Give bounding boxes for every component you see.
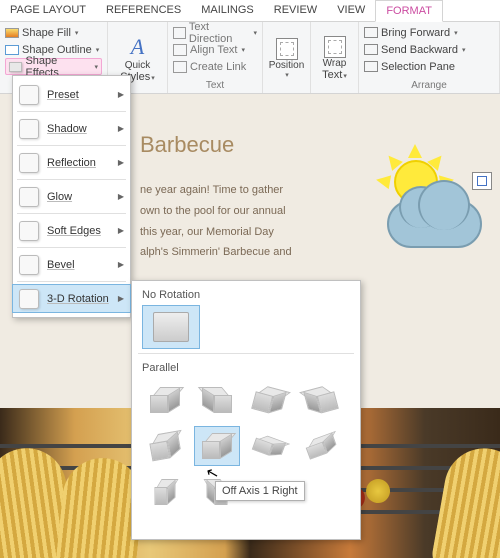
shape-fill-button[interactable]: Shape Fill▾ (5, 24, 102, 41)
effects-soft-edges[interactable]: Soft Edges▶ (13, 216, 130, 245)
fill-icon (5, 28, 19, 38)
submenu-header-parallel: Parallel (138, 360, 354, 378)
text-direction-button[interactable]: Text Direction▾ (173, 24, 257, 41)
tab-review[interactable]: REVIEW (264, 0, 327, 21)
send-backward-button[interactable]: Send Backward▾ (364, 41, 494, 58)
position-button[interactable]: Position ▾ (263, 22, 311, 93)
rotation-preset[interactable] (142, 380, 188, 420)
selection-pane-button[interactable]: Selection Pane (364, 58, 494, 75)
wrap-text-icon (324, 36, 346, 58)
text-direction-icon (173, 27, 186, 39)
tab-mailings[interactable]: MAILINGS (191, 0, 264, 21)
chevron-down-icon: ▾ (96, 46, 100, 54)
effects-bevel[interactable]: Bevel▶ (13, 250, 130, 279)
wordart-a-icon: A (120, 34, 154, 60)
preset-icon (19, 85, 39, 105)
rotation-3d-submenu: No Rotation Parallel (131, 280, 361, 540)
tab-format[interactable]: FORMAT (375, 0, 443, 22)
chevron-down-icon: ▾ (94, 63, 98, 71)
send-backward-icon (364, 44, 378, 55)
effects-glow[interactable]: Glow▶ (13, 182, 130, 211)
rotation-3d-icon (19, 289, 39, 309)
outline-icon (5, 45, 19, 55)
shadow-icon (19, 119, 39, 139)
rotation-preset[interactable] (246, 426, 292, 466)
preset-no-rotation[interactable] (142, 305, 200, 349)
link-icon (173, 61, 187, 73)
bring-forward-icon (364, 27, 378, 38)
rotation-preset[interactable] (298, 380, 344, 420)
effects-preset[interactable]: Preset▶ (13, 80, 130, 109)
tab-page-layout[interactable]: PAGE LAYOUT (0, 0, 96, 21)
tab-view[interactable]: VIEW (327, 0, 375, 21)
group-label-arrange: Arrange (364, 80, 494, 93)
rotation-preset[interactable] (142, 472, 188, 512)
group-label-text: Text (173, 80, 257, 93)
layout-options-handle[interactable] (472, 172, 492, 190)
shape-effects-button[interactable]: Shape Effects▾ (5, 58, 102, 75)
glow-icon (19, 187, 39, 207)
bevel-icon (19, 255, 39, 275)
wrap-text-button[interactable]: Wrap Text▾ (311, 22, 359, 93)
tooltip: Off Axis 1 Right (215, 481, 305, 501)
align-text-icon (173, 44, 187, 56)
rotation-preset[interactable] (194, 380, 240, 420)
reflection-icon (19, 153, 39, 173)
chevron-down-icon: ▾ (75, 29, 79, 37)
effects-3d-rotation[interactable]: 3-D Rotation▶ (12, 284, 131, 313)
selection-pane-icon (364, 61, 378, 72)
cloud-clipart[interactable] (387, 200, 482, 248)
ribbon-tabs: PAGE LAYOUT REFERENCES MAILINGS REVIEW V… (0, 0, 500, 22)
bring-forward-button[interactable]: Bring Forward▾ (364, 24, 494, 41)
group-arrange: Bring Forward▾ Send Backward▾ Selection … (359, 22, 500, 93)
soft-edges-icon (19, 221, 39, 241)
rotation-preset-off-axis-1-right[interactable] (194, 426, 240, 466)
effects-icon (9, 62, 22, 72)
effects-shadow[interactable]: Shadow▶ (13, 114, 130, 143)
rotation-preset[interactable] (142, 426, 188, 466)
shape-effects-menu: Preset▶ Shadow▶ Reflection▶ Glow▶ Soft E… (12, 75, 131, 318)
tab-references[interactable]: REFERENCES (96, 0, 191, 21)
create-link-button[interactable]: Create Link (173, 58, 257, 75)
effects-reflection[interactable]: Reflection▶ (13, 148, 130, 177)
group-text: Text Direction▾ Align Text▾ Create Link … (168, 22, 263, 93)
submenu-header-no-rotation: No Rotation (138, 287, 354, 305)
rotation-preset[interactable] (246, 380, 292, 420)
position-icon (276, 38, 298, 60)
rotation-preset[interactable] (298, 426, 344, 466)
